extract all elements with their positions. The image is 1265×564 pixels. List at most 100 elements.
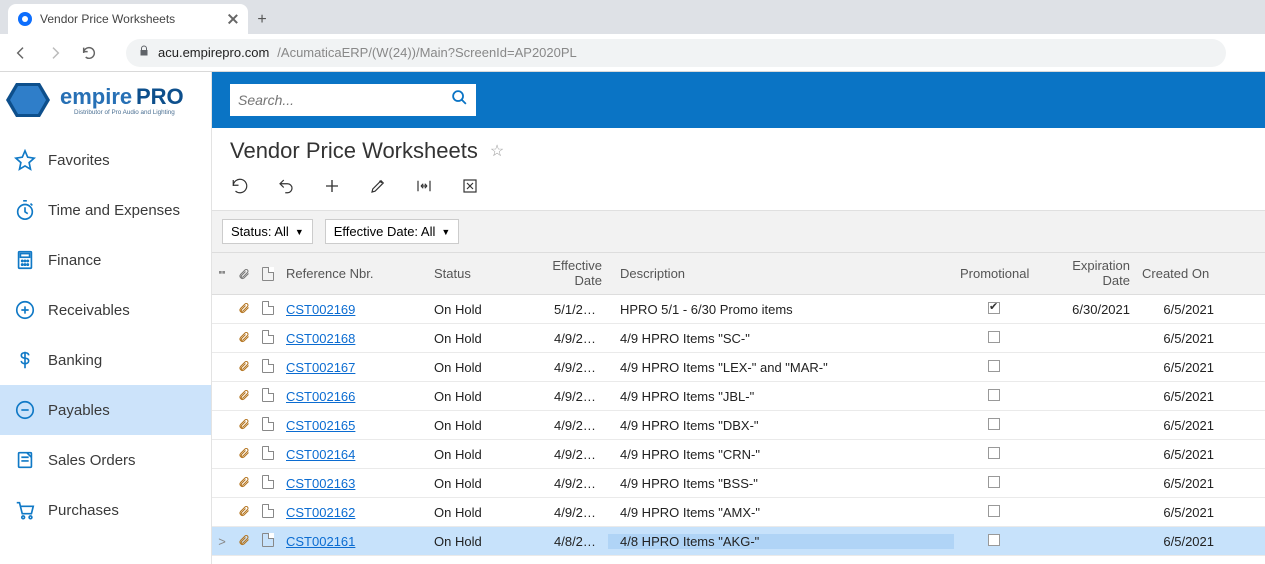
cell-created-on: 6/5/2021 [1136, 505, 1226, 520]
col-promotional[interactable]: Promotional [954, 266, 1034, 281]
global-search[interactable] [230, 84, 476, 116]
sidebar-item-label: Banking [48, 352, 102, 369]
promotional-checkbox[interactable] [988, 331, 1000, 343]
note-icon[interactable] [256, 446, 280, 463]
table-row[interactable]: CST002162On Hold4/9/20214/9 HPRO Items "… [212, 498, 1265, 527]
promotional-checkbox[interactable] [988, 534, 1000, 546]
promotional-checkbox[interactable] [988, 360, 1000, 372]
cell-description: 4/8 HPRO Items "AKG-" [608, 534, 954, 549]
sidebar-item-finance[interactable]: Finance [0, 235, 211, 285]
sidebar-item-time-and-expenses[interactable]: Time and Expenses [0, 185, 211, 235]
filter-status[interactable]: Status: All▼ [222, 219, 313, 244]
table-row[interactable]: >CST002161On Hold4/8/20214/8 HPRO Items … [212, 527, 1265, 556]
url-box[interactable]: acu.empirepro.com/AcumaticaERP/(W(24))/M… [126, 39, 1226, 67]
col-expiration-date[interactable]: ExpirationDate [1034, 259, 1136, 288]
undo-button[interactable] [276, 176, 296, 196]
favorite-star-icon[interactable]: ☆ [490, 141, 504, 161]
forward-button[interactable] [46, 44, 64, 62]
reference-link[interactable]: CST002165 [286, 418, 355, 433]
table-row[interactable]: CST002166On Hold4/9/20214/9 HPRO Items "… [212, 382, 1265, 411]
browser-tab[interactable]: Vendor Price Worksheets [8, 4, 248, 34]
table-row[interactable]: CST002169On Hold5/1/2021HPRO 5/1 - 6/30 … [212, 295, 1265, 324]
filter-effective-date[interactable]: Effective Date: All▼ [325, 219, 460, 244]
attachment-icon[interactable] [232, 504, 256, 521]
reference-link[interactable]: CST002167 [286, 360, 355, 375]
sidebar-item-purchases[interactable]: Purchases [0, 485, 211, 535]
promotional-checkbox[interactable] [988, 476, 1000, 488]
sidebar-item-sales-orders[interactable]: Sales Orders [0, 435, 211, 485]
cell-status: On Hold [428, 534, 548, 549]
svg-text:PRO: PRO [136, 84, 184, 109]
attachment-icon[interactable] [232, 475, 256, 492]
sidebar-item-payables[interactable]: Payables [0, 385, 211, 435]
reference-link[interactable]: CST002164 [286, 447, 355, 462]
caret-down-icon: ▼ [295, 227, 304, 237]
sidebar-item-banking[interactable]: Banking [0, 335, 211, 385]
row-indicator: > [212, 534, 232, 549]
promotional-checkbox[interactable] [988, 418, 1000, 430]
attachment-icon[interactable] [232, 359, 256, 376]
col-row-selector[interactable] [212, 269, 232, 279]
tab-favicon [18, 12, 32, 26]
sidebar-item-receivables[interactable]: Receivables [0, 285, 211, 335]
attachment-icon[interactable] [232, 533, 256, 550]
cell-effective-date: 4/9/2021 [548, 476, 608, 491]
col-description[interactable]: Description [608, 266, 954, 281]
attachment-icon[interactable] [232, 301, 256, 318]
col-notes[interactable] [256, 267, 280, 281]
col-created-on[interactable]: Created On [1136, 266, 1226, 281]
attachment-icon[interactable] [232, 330, 256, 347]
reference-link[interactable]: CST002169 [286, 302, 355, 317]
back-button[interactable] [12, 44, 30, 62]
promotional-checkbox[interactable] [988, 505, 1000, 517]
export-excel-button[interactable] [460, 176, 480, 196]
sidebar-item-favorites[interactable]: Favorites [0, 135, 211, 185]
note-icon[interactable] [256, 359, 280, 376]
reference-link[interactable]: CST002163 [286, 476, 355, 491]
tab-strip: Vendor Price Worksheets + [0, 0, 1265, 34]
address-bar: acu.empirepro.com/AcumaticaERP/(W(24))/M… [0, 34, 1265, 72]
reference-link[interactable]: CST002161 [286, 534, 355, 549]
attachment-icon[interactable] [232, 446, 256, 463]
table-row[interactable]: CST002168On Hold4/9/20214/9 HPRO Items "… [212, 324, 1265, 353]
table-row[interactable]: CST002163On Hold4/9/20214/9 HPRO Items "… [212, 469, 1265, 498]
edit-button[interactable] [368, 176, 388, 196]
table-row[interactable]: CST002167On Hold4/9/20214/9 HPRO Items "… [212, 353, 1265, 382]
col-status[interactable]: Status [428, 266, 548, 281]
cell-created-on: 6/5/2021 [1136, 534, 1226, 549]
search-icon[interactable] [451, 89, 468, 111]
search-input[interactable] [238, 92, 451, 108]
note-icon[interactable] [256, 533, 280, 550]
reference-link[interactable]: CST002168 [286, 331, 355, 346]
attachment-icon[interactable] [232, 388, 256, 405]
table-row[interactable]: CST002164On Hold4/9/20214/9 HPRO Items "… [212, 440, 1265, 469]
sidebar-item-label: Time and Expenses [48, 202, 180, 219]
note-icon[interactable] [256, 330, 280, 347]
reference-link[interactable]: CST002162 [286, 505, 355, 520]
new-button[interactable] [322, 176, 342, 196]
col-reference-nbr[interactable]: Reference Nbr. [280, 266, 428, 281]
note-icon[interactable] [256, 475, 280, 492]
cell-reference-nbr: CST002166 [280, 389, 428, 404]
promotional-checkbox[interactable] [988, 447, 1000, 459]
attachment-icon[interactable] [232, 417, 256, 434]
table-row[interactable]: CST002165On Hold4/9/20214/9 HPRO Items "… [212, 411, 1265, 440]
reload-button[interactable] [80, 44, 98, 62]
refresh-button[interactable] [230, 176, 250, 196]
tab-title: Vendor Price Worksheets [40, 12, 220, 26]
col-effective-date[interactable]: EffectiveDate [548, 259, 608, 288]
logo: empire PRO Distributor of Pro Audio and … [0, 72, 211, 135]
promotional-checkbox[interactable] [988, 389, 1000, 401]
cell-created-on: 6/5/2021 [1136, 360, 1226, 375]
col-attachments[interactable] [232, 267, 256, 281]
fit-columns-button[interactable] [414, 176, 434, 196]
cell-description: 4/9 HPRO Items "DBX-" [608, 418, 954, 433]
reference-link[interactable]: CST002166 [286, 389, 355, 404]
note-icon[interactable] [256, 388, 280, 405]
new-tab-button[interactable]: + [248, 6, 276, 34]
note-icon[interactable] [256, 417, 280, 434]
note-icon[interactable] [256, 301, 280, 318]
note-icon[interactable] [256, 504, 280, 521]
close-tab-icon[interactable] [228, 14, 238, 24]
promotional-checkbox[interactable] [988, 302, 1000, 314]
